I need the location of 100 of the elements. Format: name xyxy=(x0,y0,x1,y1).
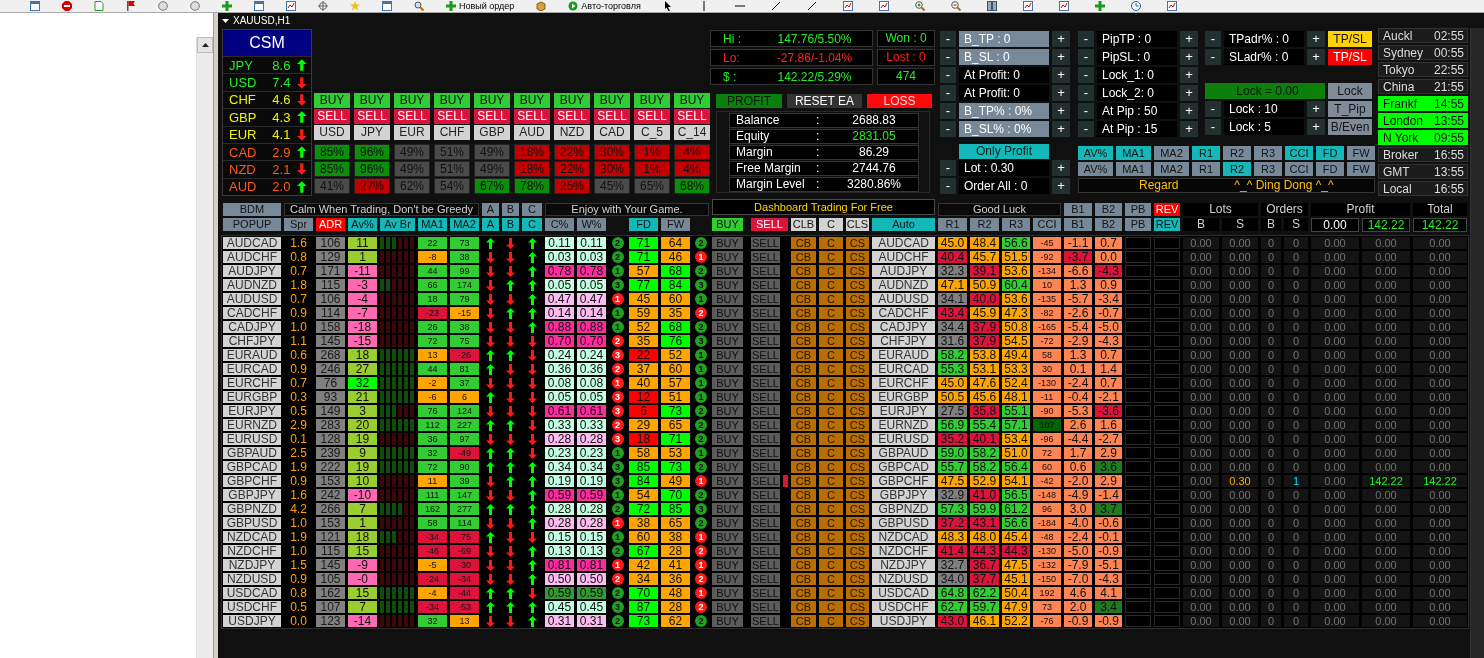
close-buy-button[interactable]: CB xyxy=(791,293,816,305)
close-buy-button[interactable]: CB xyxy=(791,405,816,417)
flag-icon[interactable] xyxy=(126,1,136,11)
close-sell-button[interactable]: CS xyxy=(846,559,869,571)
window-icon[interactable] xyxy=(30,1,40,11)
decrease-button[interactable]: - xyxy=(1078,103,1094,119)
decrease-button[interactable]: - xyxy=(940,121,956,137)
header-button[interactable]: B1 xyxy=(1064,218,1092,231)
pair-button[interactable]: EURNZD xyxy=(872,419,935,431)
sell-button[interactable]: SELL xyxy=(751,265,780,277)
close-button[interactable]: C xyxy=(819,433,843,445)
pair-button[interactable]: EURJPY xyxy=(223,405,281,417)
header-button[interactable]: CLS xyxy=(846,218,869,231)
pair-button[interactable]: CHFJPY xyxy=(223,335,281,347)
currency-button[interactable]: CHF xyxy=(434,125,470,140)
decrease-button[interactable]: - xyxy=(1205,101,1221,117)
close-sell-button[interactable]: CS xyxy=(846,307,869,319)
pair-button[interactable]: NZDUSD xyxy=(872,573,935,585)
header-button[interactable]: B1 xyxy=(1064,203,1092,216)
header-button[interactable]: W% xyxy=(577,218,606,231)
close-sell-button[interactable]: CS xyxy=(846,433,869,445)
close-button[interactable]: C xyxy=(819,503,843,515)
pair-button[interactable]: EURAUD xyxy=(872,349,935,361)
buy-button[interactable]: BUY xyxy=(712,615,743,627)
close-buy-button[interactable]: CB xyxy=(791,335,816,347)
buy-button[interactable]: BUY xyxy=(712,405,743,417)
pair-button[interactable]: EURJPY xyxy=(872,405,935,417)
sell-button[interactable]: SELL xyxy=(314,109,350,124)
window-icon[interactable] xyxy=(254,1,264,11)
sell-button[interactable]: SELL xyxy=(751,531,780,543)
chart-icon[interactable] xyxy=(286,1,296,11)
close-button[interactable]: C xyxy=(819,265,843,277)
pair-button[interactable]: GBPNZD xyxy=(872,503,935,515)
pair-button[interactable]: GBPUSD xyxy=(223,517,281,529)
pair-button[interactable]: EURNZD xyxy=(223,419,281,431)
sell-button[interactable]: SELL xyxy=(751,587,780,599)
close-button[interactable]: C xyxy=(819,377,843,389)
header-button[interactable]: Av Br xyxy=(380,218,415,231)
toggle-button[interactable]: R1 xyxy=(1192,146,1220,160)
pair-button[interactable]: AUDNZD xyxy=(223,279,281,291)
sell-button[interactable]: SELL xyxy=(474,109,510,124)
close-sell-button[interactable]: CS xyxy=(846,419,869,431)
header-button[interactable]: A xyxy=(482,218,499,231)
sell-button[interactable]: SELL xyxy=(751,363,780,375)
toggle-button[interactable]: AV% xyxy=(1078,146,1113,160)
increase-button[interactable]: + xyxy=(1052,121,1070,137)
pair-button[interactable]: EURCHF xyxy=(223,377,281,389)
pair-button[interactable]: AUDUSD xyxy=(872,293,935,305)
decrease-button[interactable]: - xyxy=(940,160,956,176)
toggle-button[interactable]: R3 xyxy=(1254,162,1282,176)
close-buy-button[interactable]: CB xyxy=(791,461,816,473)
header-button[interactable]: R2 xyxy=(970,218,999,231)
pair-button[interactable]: GBPNZD xyxy=(223,503,281,515)
header-button[interactable]: REV xyxy=(1154,203,1180,216)
close-button[interactable]: C xyxy=(819,461,843,473)
sell-button[interactable]: SELL xyxy=(751,251,780,263)
close-sell-button[interactable]: CS xyxy=(846,503,869,515)
sell-button[interactable]: SELL xyxy=(554,109,590,124)
decrease-button[interactable]: - xyxy=(940,67,956,83)
close-buy-button[interactable]: CB xyxy=(791,433,816,445)
close-button[interactable]: C xyxy=(819,335,843,347)
pair-button[interactable]: NZDJPY xyxy=(223,559,281,571)
pair-button[interactable]: GBPCHF xyxy=(872,475,935,487)
sell-button[interactable]: SELL xyxy=(751,391,780,403)
sell-button[interactable]: SELL xyxy=(751,279,780,291)
box-icon[interactable] xyxy=(536,1,547,11)
buy-button[interactable]: BUY xyxy=(712,587,743,599)
sell-button[interactable]: SELL xyxy=(751,503,780,515)
header-button[interactable]: R1 xyxy=(938,218,967,231)
stop-icon[interactable] xyxy=(62,1,72,11)
close-buy-button[interactable]: CB xyxy=(791,447,816,459)
window-icon[interactable] xyxy=(382,1,392,11)
plus-icon[interactable] xyxy=(446,1,456,11)
pair-button[interactable]: CADCHF xyxy=(872,307,935,319)
buy-button[interactable]: BUY xyxy=(712,377,743,389)
pair-button[interactable]: EURCAD xyxy=(872,363,935,375)
header-button[interactable]: B2 xyxy=(1095,218,1122,231)
sell-button[interactable]: SELL xyxy=(674,109,710,124)
close-sell-button[interactable]: CS xyxy=(846,251,869,263)
close-buy-button[interactable]: CB xyxy=(791,587,816,599)
increase-button[interactable]: + xyxy=(1052,103,1070,119)
buy-button[interactable]: BUY xyxy=(712,517,743,529)
buy-button[interactable]: BUY xyxy=(314,93,350,108)
pair-button[interactable]: GBPCHF xyxy=(223,475,281,487)
close-buy-button[interactable]: CB xyxy=(791,321,816,333)
buy-button[interactable]: BUY xyxy=(712,489,743,501)
sell-button[interactable]: SELL xyxy=(751,307,780,319)
close-button[interactable]: C xyxy=(819,405,843,417)
crosshair-icon[interactable] xyxy=(318,1,328,11)
header-button[interactable]: A xyxy=(482,203,499,216)
decrease-button[interactable]: - xyxy=(1205,31,1221,47)
header-button[interactable]: C xyxy=(819,218,843,231)
increase-button[interactable]: + xyxy=(1052,67,1070,83)
sell-button[interactable]: SELL xyxy=(751,545,780,557)
sell-button[interactable]: SELL xyxy=(751,489,780,501)
toggle-button[interactable]: AV% xyxy=(1078,162,1113,176)
decrease-button[interactable]: - xyxy=(1205,49,1221,65)
close-sell-button[interactable]: CS xyxy=(846,363,869,375)
sell-button[interactable]: SELL xyxy=(751,447,780,459)
header-button[interactable]: BUY xyxy=(712,218,743,231)
